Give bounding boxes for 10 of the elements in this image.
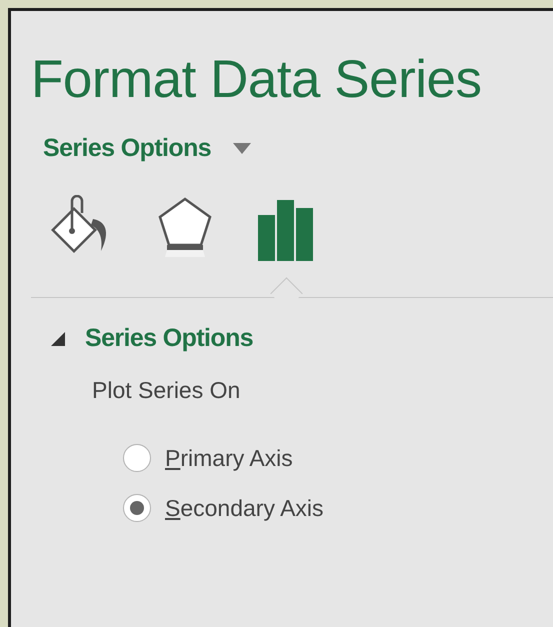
radio-option[interactable]: Secondary Axis	[123, 494, 553, 522]
caret-icon	[233, 143, 252, 154]
section-header[interactable]: Series Options	[51, 324, 254, 353]
tab[interactable]	[257, 199, 315, 261]
expand-triangle-icon	[51, 332, 65, 346]
group-label: Plot Series On	[92, 377, 242, 404]
pane-title: Format Data Series	[31, 49, 482, 110]
radio-option[interactable]: Primary Axis	[123, 444, 553, 472]
bar-chart-icon	[257, 199, 315, 261]
options-dropdown[interactable]: Series Options	[43, 132, 252, 165]
